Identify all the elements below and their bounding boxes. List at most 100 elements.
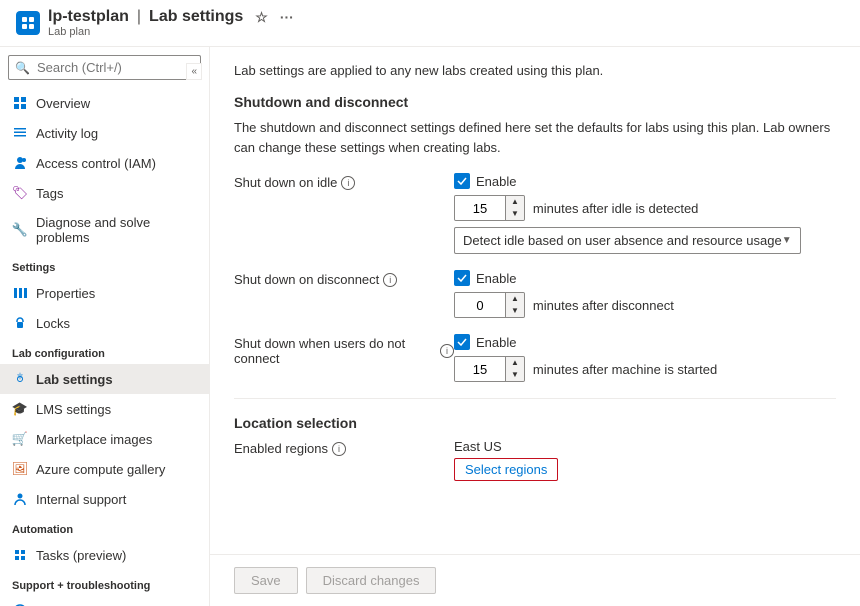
shutdown-noconnect-row: Shut down when users do not connect i En… — [234, 334, 836, 382]
shutdown-idle-arrows: ▲ ▼ — [505, 196, 524, 220]
sidebar-item-tasks[interactable]: Tasks (preview) — [0, 540, 209, 570]
settings-section-label: Settings — [0, 252, 209, 278]
sidebar-item-label: Activity log — [36, 126, 98, 141]
shutdown-noconnect-controls: Enable 15 ▲ ▼ minutes after machine is s… — [454, 334, 717, 382]
location-section: Location selection Enabled regions i Eas… — [234, 415, 836, 481]
sidebar-item-internal-support[interactable]: Internal support — [0, 484, 209, 514]
shutdown-disconnect-decrement[interactable]: ▼ — [506, 305, 524, 317]
search-input[interactable] — [8, 55, 201, 80]
shutdown-disconnect-info-icon[interactable]: i — [383, 273, 397, 287]
shutdown-idle-info-icon[interactable]: i — [341, 176, 355, 190]
lab-config-section-label: Lab configuration — [0, 338, 209, 364]
shutdown-idle-enable-row: Enable — [454, 173, 801, 189]
shutdown-noconnect-minutes-label: minutes after machine is started — [533, 362, 717, 377]
sidebar-item-tags[interactable]: 🏷 Tags — [0, 178, 209, 208]
shutdown-disconnect-minutes-input[interactable]: 0 ▲ ▼ — [454, 292, 525, 318]
search-icon: 🔍 — [15, 61, 30, 75]
save-button[interactable]: Save — [234, 567, 298, 594]
search-box: 🔍 « — [8, 55, 201, 80]
favorite-icon[interactable]: ☆ — [255, 9, 268, 26]
location-section-title: Location selection — [234, 415, 836, 431]
title-separator: | — [137, 8, 141, 26]
sidebar-item-label: Tasks (preview) — [36, 548, 126, 563]
sidebar-item-overview[interactable]: Overview — [0, 88, 209, 118]
sidebar-item-locks[interactable]: Locks — [0, 308, 209, 338]
shutdown-noconnect-minutes-input[interactable]: 15 ▲ ▼ — [454, 356, 525, 382]
enabled-regions-info-icon[interactable]: i — [332, 442, 346, 456]
sidebar-item-activity-log[interactable]: Activity log — [0, 118, 209, 148]
shutdown-idle-minutes-input[interactable]: 15 ▲ ▼ — [454, 195, 525, 221]
internal-support-icon — [12, 491, 28, 507]
sidebar-item-label: LMS settings — [36, 402, 111, 417]
shutdown-noconnect-enable-label: Enable — [476, 335, 516, 350]
enabled-regions-values: East US Select regions — [454, 439, 558, 481]
support-section-label: Support + troubleshooting — [0, 570, 209, 596]
sidebar-item-diagnose[interactable]: 🔧 Diagnose and solve problems — [0, 208, 209, 252]
select-regions-button[interactable]: Select regions — [454, 458, 558, 481]
shutdown-idle-dropdown[interactable]: Detect idle based on user absence and re… — [454, 227, 801, 254]
enabled-regions-label: Enabled regions i — [234, 439, 454, 456]
shutdown-disconnect-enable-label: Enable — [476, 271, 516, 286]
compute-gallery-icon: 🖼 — [12, 461, 28, 477]
activity-log-icon — [12, 125, 28, 141]
shutdown-idle-enable-label: Enable — [476, 174, 516, 189]
chevron-down-icon: ▼ — [782, 235, 792, 246]
shutdown-disconnect-controls: Enable 0 ▲ ▼ minutes after disconnect — [454, 270, 674, 318]
shutdown-noconnect-increment[interactable]: ▲ — [506, 357, 524, 369]
tasks-icon — [12, 547, 28, 563]
sidebar-item-azure-compute[interactable]: 🖼 Azure compute gallery — [0, 454, 209, 484]
access-control-icon — [12, 155, 28, 171]
discard-changes-button[interactable]: Discard changes — [306, 567, 437, 594]
shutdown-idle-dropdown-value: Detect idle based on user absence and re… — [463, 233, 782, 248]
shutdown-idle-minutes-row: 15 ▲ ▼ minutes after idle is detected — [454, 195, 801, 221]
shutdown-noconnect-info-icon[interactable]: i — [440, 344, 454, 358]
sidebar-item-label: Marketplace images — [36, 432, 152, 447]
resource-name: lp-testplan — [48, 8, 129, 26]
shutdown-idle-controls: Enable 15 ▲ ▼ minutes after idle is dete… — [454, 173, 801, 254]
collapse-sidebar-button[interactable]: « — [186, 63, 202, 80]
sidebar-item-label: Diagnose and solve problems — [36, 215, 197, 245]
sidebar-item-properties[interactable]: Properties — [0, 278, 209, 308]
footer-buttons: Save Discard changes — [210, 554, 860, 606]
shutdown-section-desc: The shutdown and disconnect settings def… — [234, 118, 836, 157]
shutdown-idle-checkbox[interactable] — [454, 173, 470, 189]
lock-icon — [12, 315, 28, 331]
shutdown-noconnect-enable-row: Enable — [454, 334, 717, 350]
sidebar-item-access-control[interactable]: Access control (IAM) — [0, 148, 209, 178]
shutdown-disconnect-increment[interactable]: ▲ — [506, 293, 524, 305]
title-bar: lp-testplan | Lab settings ☆ ··· Lab pla… — [0, 0, 860, 47]
sidebar-item-label: Access control (IAM) — [36, 156, 156, 171]
automation-section-label: Automation — [0, 514, 209, 540]
shutdown-idle-increment[interactable]: ▲ — [506, 196, 524, 208]
properties-icon — [12, 285, 28, 301]
shutdown-noconnect-label: Shut down when users do not connect i — [234, 334, 454, 366]
shutdown-noconnect-decrement[interactable]: ▼ — [506, 369, 524, 381]
divider — [234, 398, 836, 399]
diagnose-icon: 🔧 — [12, 222, 28, 238]
shutdown-noconnect-minutes-field[interactable]: 15 — [455, 357, 505, 381]
main-content: Lab settings are applied to any new labs… — [210, 47, 860, 554]
sidebar-item-label: Locks — [36, 316, 70, 331]
shutdown-idle-minutes-field[interactable]: 15 — [455, 196, 505, 220]
sidebar-item-new-support[interactable]: New Support Request — [0, 596, 209, 606]
sidebar-item-marketplace[interactable]: 🛒 Marketplace images — [0, 424, 209, 454]
shutdown-disconnect-label: Shut down on disconnect i — [234, 270, 454, 287]
shutdown-disconnect-minutes-label: minutes after disconnect — [533, 298, 674, 313]
shutdown-disconnect-enable-row: Enable — [454, 270, 674, 286]
shutdown-disconnect-checkbox[interactable] — [454, 270, 470, 286]
shutdown-noconnect-checkbox[interactable] — [454, 334, 470, 350]
lab-settings-icon — [12, 371, 28, 387]
sidebar-item-lms-settings[interactable]: 🎓 LMS settings — [0, 394, 209, 424]
app-icon — [16, 11, 40, 35]
shutdown-noconnect-minutes-row: 15 ▲ ▼ minutes after machine is started — [454, 356, 717, 382]
shutdown-disconnect-minutes-field[interactable]: 0 — [455, 293, 505, 317]
shutdown-section: Shutdown and disconnect The shutdown and… — [234, 94, 836, 382]
shutdown-idle-decrement[interactable]: ▼ — [506, 208, 524, 220]
shutdown-disconnect-row: Shut down on disconnect i Enable 0 — [234, 270, 836, 318]
more-options-icon[interactable]: ··· — [280, 9, 294, 25]
sidebar-item-label: Internal support — [36, 492, 126, 507]
resource-type: Lab plan — [48, 26, 294, 38]
enabled-regions-row: Enabled regions i East US Select regions — [234, 439, 836, 481]
title-bar-text: lp-testplan | Lab settings ☆ ··· Lab pla… — [48, 8, 294, 38]
sidebar-item-lab-settings[interactable]: Lab settings — [0, 364, 209, 394]
